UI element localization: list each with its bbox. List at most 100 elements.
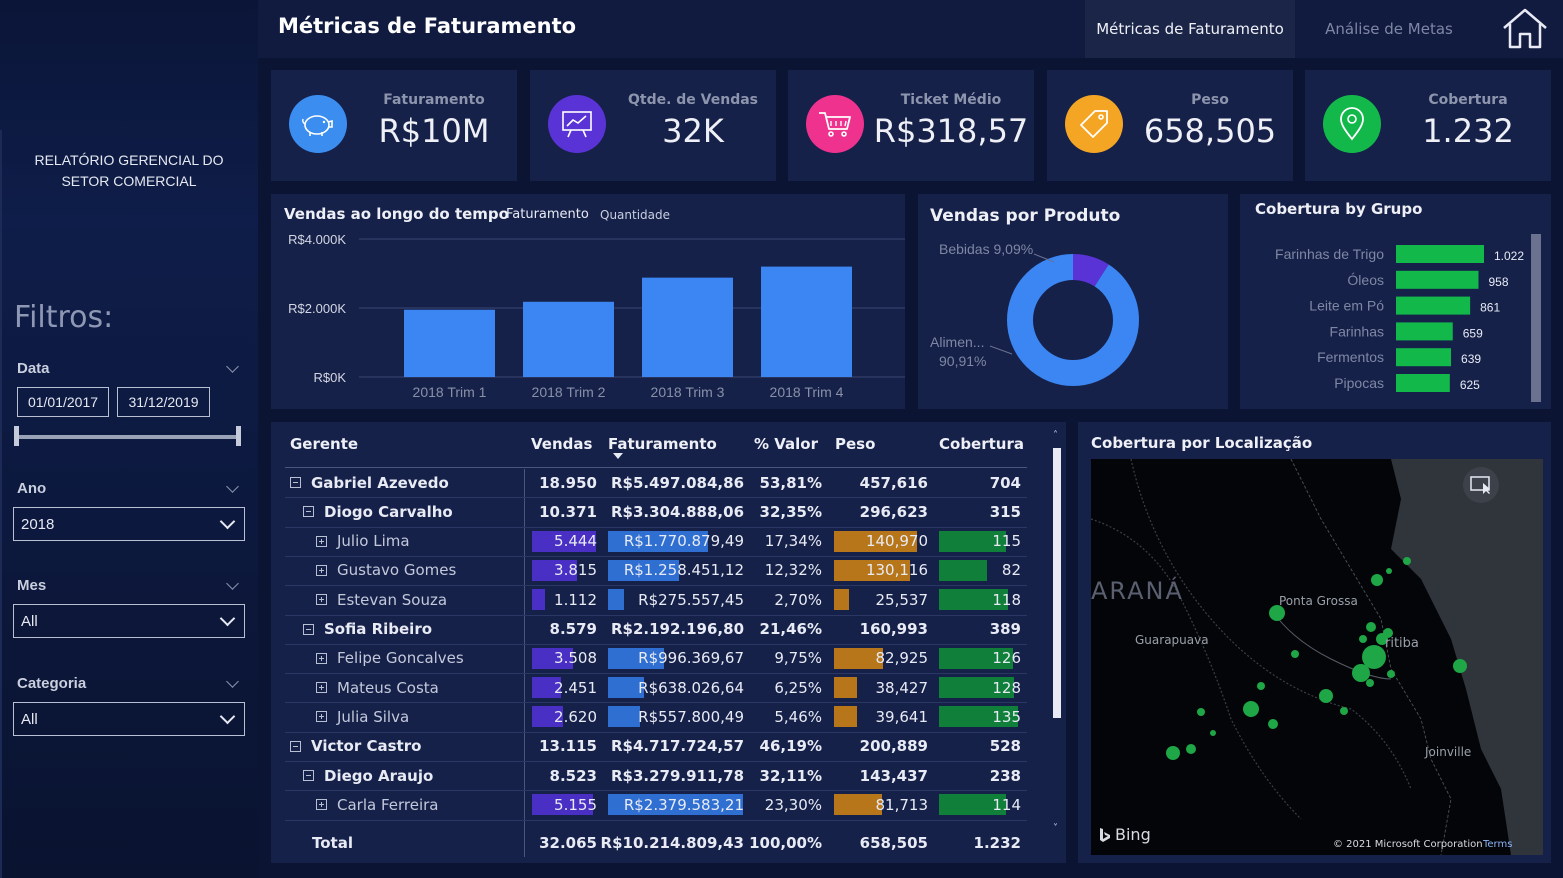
expand-plus-icon[interactable] [316, 711, 327, 723]
y-tick-label: R$2.000K [288, 301, 346, 316]
table-total-row[interactable]: Total 32.065 R$10.214.809,43 100,00% 658,505… [285, 828, 1027, 857]
collapse-minus-icon[interactable] [290, 740, 301, 752]
table-row[interactable]: Gustavo Gomes 3.815 R$1.258.451,12 12,32% 13… [285, 556, 1027, 585]
chevron-down-icon[interactable] [226, 675, 239, 688]
cell-vendas: 13.115 [539, 737, 597, 756]
sort-descending-icon[interactable] [613, 453, 623, 459]
vendas-tempo-panel: Vendas ao longo do tempo Faturamento Qua… [271, 194, 905, 409]
cell-pct: 17,34% [764, 532, 822, 551]
collapse-minus-icon[interactable] [303, 506, 314, 518]
category-label: Farinhas [1330, 323, 1384, 339]
scrollbar-track[interactable] [1531, 234, 1541, 402]
map-select-button[interactable] [1463, 467, 1499, 503]
column-header-vendas[interactable]: Vendas [531, 435, 592, 453]
table-row[interactable]: Carla Ferreira 5.155 R$2.379.583,21 23,30% 8… [285, 790, 1027, 819]
table-row[interactable]: Julia Silva 2.620 R$557.800,49 5,46% 39,641 1… [285, 702, 1027, 731]
map-visual[interactable]: ARANÁ Ponta Grossa Guarapuava ritiba Joi… [1091, 459, 1543, 855]
expand-plus-icon[interactable] [316, 535, 327, 547]
ano-dropdown[interactable]: 2018 [13, 507, 245, 541]
cell-faturamento: R$2.192.196,80 [610, 620, 744, 638]
column-header-peso[interactable]: Peso [835, 435, 875, 453]
table-row[interactable]: Diego Araujo 8.523 R$3.279.911,78 32,11% 143… [285, 761, 1027, 790]
hbar[interactable] [1396, 348, 1452, 367]
collapse-minus-icon[interactable] [303, 770, 314, 781]
chevron-down-icon[interactable] [226, 480, 239, 493]
expand-plus-icon[interactable] [316, 594, 327, 606]
collapse-minus-icon[interactable] [303, 623, 314, 635]
cell-pct: 32,35% [759, 502, 822, 521]
date-range-slider[interactable] [17, 435, 239, 439]
column-header-pct-valor[interactable]: % Valor [754, 435, 818, 453]
expand-plus-icon[interactable] [316, 799, 327, 811]
table-scrollbar[interactable]: ˄ ˅ [1052, 430, 1062, 840]
donut-slice[interactable] [1007, 254, 1139, 386]
mes-dropdown[interactable]: All [13, 604, 245, 638]
cell-peso: 82,925 [875, 649, 929, 668]
expand-plus-icon[interactable] [316, 564, 327, 576]
table-row[interactable]: Mateus Costa 2.451 R$638.026,64 6,25% 38,427… [285, 673, 1027, 702]
date-start-input[interactable]: 01/01/2017 [17, 387, 109, 417]
x-tick-label: 2018 Trim 2 [532, 384, 606, 400]
column-header-gerente[interactable]: Gerente [290, 435, 358, 453]
slider-handle-end[interactable] [236, 426, 241, 446]
cell-cobertura: 126 [992, 649, 1021, 668]
hbar[interactable] [1396, 270, 1479, 289]
hbar[interactable] [1396, 322, 1453, 341]
tab-analise-metas[interactable]: Análise de Metas [1295, 0, 1483, 58]
bar[interactable] [404, 309, 495, 377]
kpi-label: Cobertura [1428, 92, 1508, 108]
column-header-cobertura[interactable]: Cobertura [939, 435, 1024, 453]
scroll-down-icon[interactable]: ˅ [1053, 823, 1058, 834]
column-header-faturamento[interactable]: Faturamento [608, 435, 717, 453]
header-bar: Métricas de Faturamento Métricas de Fatu… [258, 0, 1563, 58]
tab-metricas-faturamento[interactable]: Métricas de Faturamento [1085, 0, 1295, 58]
bar[interactable] [523, 301, 614, 377]
hbar[interactable] [1396, 374, 1450, 392]
hbar[interactable] [1396, 245, 1484, 263]
table-row[interactable]: Felipe Goncalves 3.508 R$996.369,67 9,75% 82… [285, 644, 1027, 673]
kpi-card-peso: Peso 658,505 [1047, 70, 1293, 181]
slider-handle-start[interactable] [14, 426, 19, 446]
gerente-cell: Total [312, 828, 542, 857]
y-tick-label: R$4.000K [288, 232, 346, 247]
cell-faturamento: R$5.497.084,86 [610, 473, 744, 492]
map-background [1091, 459, 1543, 855]
date-end-input[interactable]: 31/12/2019 [117, 387, 210, 417]
map-label-curitiba: ritiba [1385, 636, 1419, 651]
table-row[interactable]: Gabriel Azevedo 18.950 R$5.497.084,86 53,81… [285, 468, 1027, 497]
scroll-up-icon[interactable]: ˄ [1053, 430, 1058, 441]
gerente-name: Carla Ferreira [337, 795, 439, 814]
table-row[interactable]: Julio Lima 5.444 R$1.770.879,49 17,34% 140,9… [285, 527, 1027, 556]
cell-pct: 5,46% [774, 707, 822, 726]
cell-pct: 53,81% [759, 473, 822, 492]
chevron-down-icon[interactable] [226, 360, 239, 373]
cell-peso: 143,437 [859, 766, 928, 785]
row-divider [285, 819, 1027, 821]
gerente-name: Diogo Carvalho [324, 502, 453, 521]
cell-faturamento: R$1.258.451,12 [623, 561, 744, 580]
table-row[interactable]: Sofia Ribeiro 8.579 R$2.192.196,80 21,46% 16… [285, 615, 1027, 644]
gerente-cell: Gabriel Azevedo [290, 468, 520, 497]
table-row[interactable]: Diogo Carvalho 10.371 R$3.304.888,06 32,35%… [285, 497, 1027, 526]
bar[interactable] [761, 266, 852, 377]
expand-plus-icon[interactable] [316, 682, 327, 694]
table-row[interactable]: Victor Castro 13.115 R$4.717.724,57 46,19% 2… [285, 732, 1027, 761]
gerente-cell: Mateus Costa [316, 673, 546, 702]
page-title: Métricas de Faturamento [278, 14, 577, 38]
hbar[interactable] [1396, 296, 1471, 315]
map-terms-link[interactable]: Terms [1483, 839, 1512, 850]
cell-vendas: 10.371 [539, 502, 597, 521]
categoria-dropdown[interactable]: All [13, 702, 245, 736]
expand-plus-icon[interactable] [316, 652, 327, 664]
gerente-cell: Julia Silva [316, 702, 546, 731]
home-button[interactable] [1500, 6, 1550, 52]
scrollbar-thumb[interactable] [1053, 448, 1061, 718]
map-copyright: © 2021 Microsoft Corporation [1333, 839, 1483, 850]
bar[interactable] [642, 277, 733, 377]
cell-peso: 457,616 [859, 473, 928, 492]
sidebar-edge [0, 130, 2, 878]
scrollbar-thumb[interactable] [1531, 234, 1541, 402]
table-row[interactable]: Estevan Souza 1.112 R$275.557,45 2,70% 25,53… [285, 585, 1027, 614]
collapse-minus-icon[interactable] [290, 477, 301, 488]
chevron-down-icon[interactable] [226, 577, 239, 590]
